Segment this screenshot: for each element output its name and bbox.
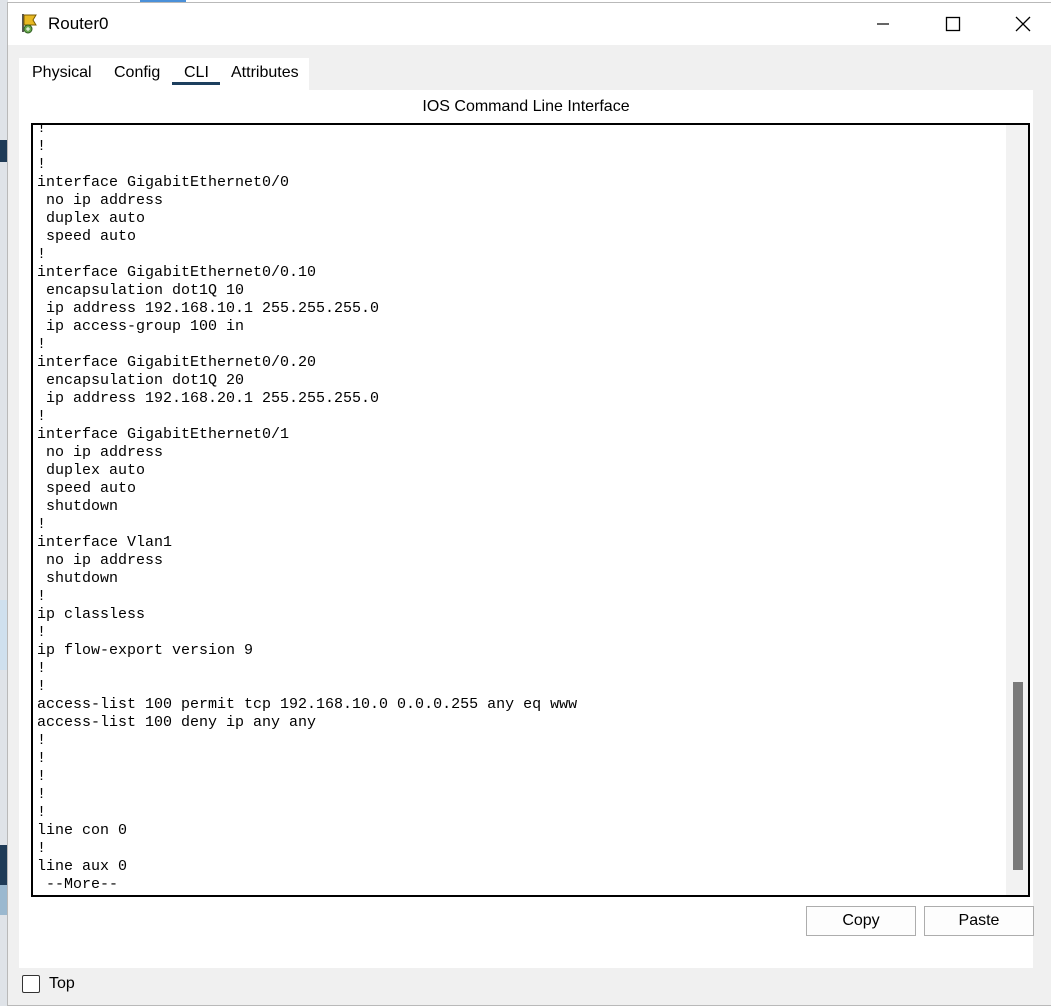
- cli-line: interface GigabitEthernet0/0.10: [37, 264, 317, 281]
- cli-line: !: [37, 786, 47, 803]
- close-icon: [1015, 16, 1031, 32]
- cli-line: !: [37, 138, 47, 155]
- cli-line: --More--: [37, 876, 119, 893]
- tab-physical[interactable]: Physical: [32, 64, 92, 82]
- tab-attributes[interactable]: Attributes: [231, 64, 299, 82]
- cli-line: !: [37, 768, 47, 785]
- cli-heading: IOS Command Line Interface: [422, 98, 630, 115]
- cli-line: ip classless: [37, 606, 146, 623]
- cli-line: encapsulation dot1Q 10: [37, 282, 245, 299]
- cli-line: !: [37, 678, 47, 695]
- cli-line: access-list 100 deny ip any any: [37, 714, 317, 731]
- cli-line: duplex auto: [37, 462, 146, 479]
- cli-line: ip access-group 100 in: [37, 318, 245, 335]
- close-button[interactable]: [988, 3, 1051, 45]
- cli-line: !: [37, 840, 47, 857]
- copy-button[interactable]: Copy: [806, 906, 916, 936]
- cli-line: interface GigabitEthernet0/0.20: [37, 354, 317, 371]
- cli-line: !: [37, 750, 47, 767]
- cli-line: ip address 192.168.10.1 255.255.255.0: [37, 300, 380, 317]
- cli-line: interface GigabitEthernet0/0: [37, 174, 290, 191]
- cli-terminal[interactable]: !!! interface GigabitEthernet0/0 no ip ad…: [31, 123, 1030, 897]
- cli-line: !: [37, 804, 47, 821]
- cli-line: !: [37, 246, 47, 263]
- maximize-button[interactable]: [918, 3, 988, 45]
- cli-line: !: [37, 516, 47, 533]
- cli-output: !!! interface GigabitEthernet0/0 no ip ad…: [37, 123, 578, 894]
- cli-line: !: [37, 624, 47, 641]
- scrollbar[interactable]: [1006, 125, 1028, 895]
- cli-line: access-list 100 permit tcp 192.168.10.0 …: [37, 696, 578, 713]
- top-checkbox-label: Top: [49, 975, 75, 992]
- cli-line: interface Vlan1: [37, 534, 173, 551]
- cli-line: duplex auto: [37, 210, 146, 227]
- minimize-button[interactable]: [848, 3, 918, 45]
- minimize-icon: [876, 17, 890, 31]
- top-checkbox[interactable]: [22, 975, 40, 993]
- cli-line: ip address 192.168.20.1 255.255.255.0: [37, 390, 380, 407]
- cli-line: no ip address: [37, 552, 164, 569]
- cli-line: speed auto: [37, 228, 137, 245]
- cli-line: line aux 0: [37, 858, 128, 875]
- maximize-icon: [945, 16, 961, 32]
- cli-line: !: [37, 336, 47, 353]
- tab-cli[interactable]: CLI: [184, 64, 209, 82]
- cli-line: speed auto: [37, 480, 137, 497]
- cli-line: no ip address: [37, 444, 164, 461]
- active-tab-indicator: [172, 82, 220, 85]
- router-window: Router0 Physical Config CLI Attributes I…: [7, 2, 1051, 1006]
- router-icon: [20, 12, 42, 34]
- scrollbar-thumb[interactable]: [1013, 682, 1023, 870]
- cli-line: !: [37, 732, 47, 749]
- cli-line: line con 0: [37, 822, 128, 839]
- tab-config[interactable]: Config: [114, 64, 160, 82]
- cli-line: interface GigabitEthernet0/1: [37, 426, 290, 443]
- cli-line: !: [37, 156, 47, 173]
- cli-line: shutdown: [37, 498, 119, 515]
- cli-line: !: [37, 588, 47, 605]
- paste-button[interactable]: Paste: [924, 906, 1034, 936]
- window-title: Router0: [48, 14, 109, 33]
- cli-panel: IOS Command Line Interface !!! interface …: [19, 90, 1034, 968]
- cli-line: !: [37, 123, 47, 137]
- cli-line: !: [37, 660, 47, 677]
- title-bar[interactable]: Router0: [8, 3, 1051, 45]
- cli-line: no ip address: [37, 192, 164, 209]
- cli-line: !: [37, 408, 47, 425]
- cli-line: encapsulation dot1Q 20: [37, 372, 245, 389]
- cli-line: shutdown: [37, 570, 119, 587]
- cli-line: ip flow-export version 9: [37, 642, 254, 659]
- tab-bar: Physical Config CLI Attributes: [19, 58, 309, 90]
